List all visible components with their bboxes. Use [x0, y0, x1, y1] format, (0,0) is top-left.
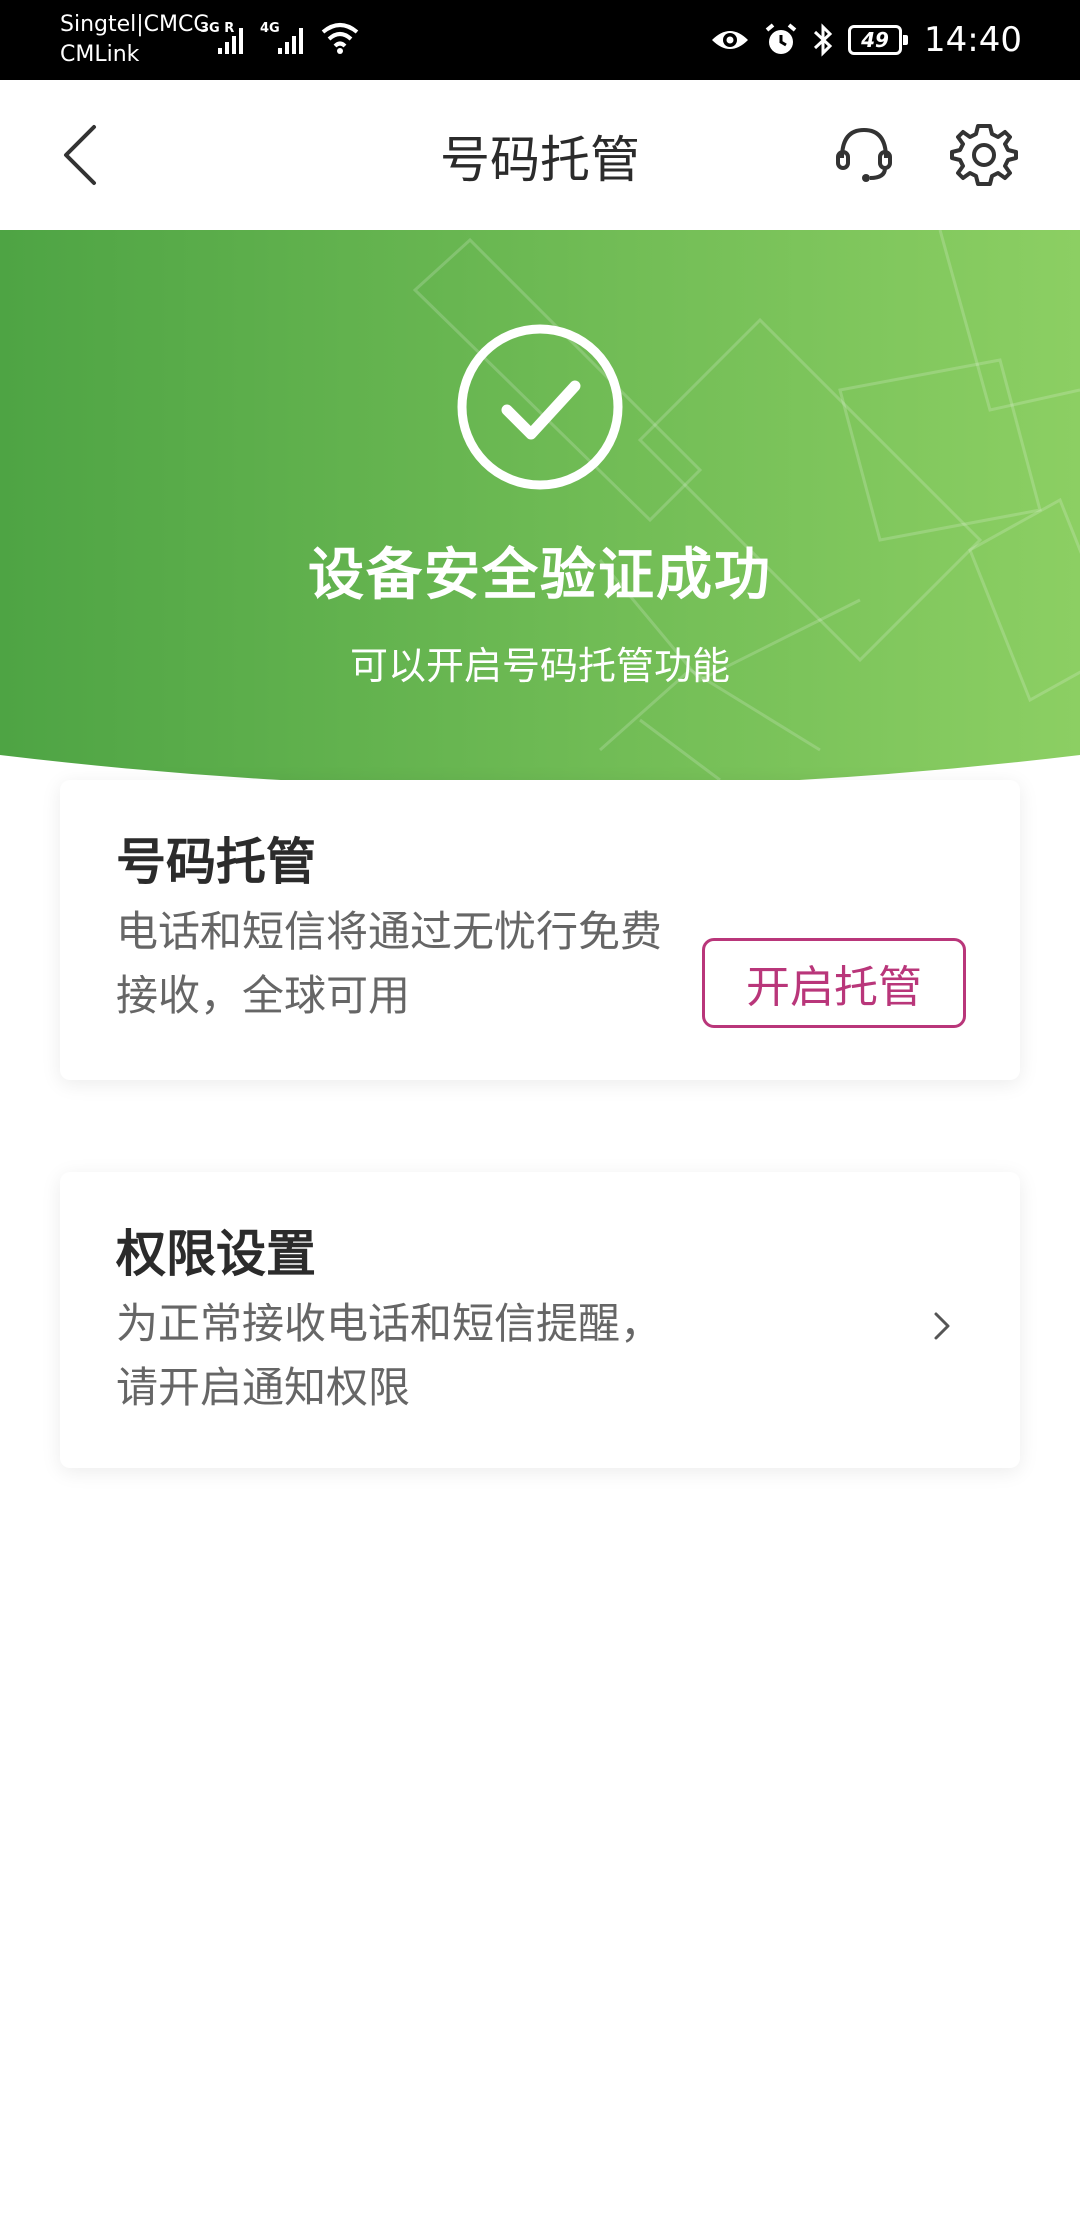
page-title: 号码托管: [440, 131, 640, 189]
signal-3g-icon: 3G R: [200, 21, 243, 54]
headset-icon: [836, 127, 892, 182]
banner-background: [0, 230, 1080, 780]
signal-4g-icon: 4G: [260, 21, 303, 54]
eye-icon: [712, 31, 749, 49]
carrier-line-2: CMLink: [60, 42, 140, 67]
battery-indicator: 49: [848, 25, 909, 55]
customer-service-button[interactable]: [832, 122, 896, 186]
status-icons: 49 14:40: [710, 0, 1022, 80]
clock: 14:40: [924, 20, 1022, 60]
carrier-info: Singtel|CMCC CMLink: [60, 10, 209, 70]
verification-title: 设备安全验证成功: [308, 543, 772, 608]
network-type-1: 3G R: [200, 21, 234, 36]
bluetooth-icon: [813, 23, 833, 57]
permission-settings-card[interactable]: 权限设置 为正常接收电话和短信提醒，请开启通知权限: [60, 1172, 1020, 1468]
verification-banner: 设备安全验证成功 可以开启号码托管功能: [0, 230, 1080, 780]
alarm-icon: [765, 23, 797, 54]
settings-button[interactable]: [950, 120, 1018, 188]
app-bar: 号码托管: [0, 80, 1080, 230]
enable-hosting-button[interactable]: 开启托管: [702, 938, 966, 1028]
verification-subtitle: 可以开启号码托管功能: [349, 644, 730, 688]
number-hosting-card: 号码托管 电话和短信将通过无忧行免费接收，全球可用 开启托管: [60, 780, 1020, 1080]
battery-level: 49: [861, 28, 889, 52]
hosting-card-description: 电话和短信将通过无忧行免费接收，全球可用: [116, 907, 663, 1020]
gear-icon: [950, 124, 1018, 186]
chevron-right-icon: [934, 1312, 950, 1340]
wifi-icon: [321, 23, 359, 54]
permission-card-title: 权限设置: [116, 1225, 316, 1283]
success-check-icon: [457, 324, 623, 490]
status-bar: Singtel|CMCC CMLink 3G R 4G 49 14:40: [0, 0, 1080, 80]
hosting-card-title: 号码托管: [116, 833, 316, 891]
permission-card-description: 为正常接收电话和短信提醒，请开启通知权限: [116, 1299, 663, 1412]
network-type-2: 4G: [260, 21, 280, 36]
carrier-line-1: Singtel|CMCC: [60, 12, 209, 37]
